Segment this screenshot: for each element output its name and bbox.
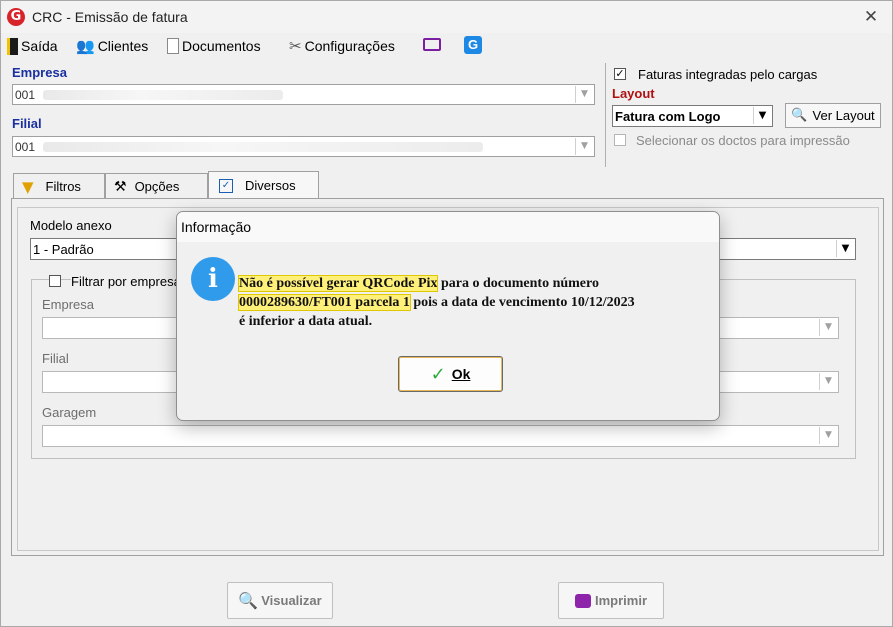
imprimir-button[interactable]: Imprimir <box>558 582 664 619</box>
tools-icon: ✂ <box>289 37 302 55</box>
chevron-down-icon[interactable]: ▼ <box>753 107 771 124</box>
chevron-down-icon[interactable]: ▼ <box>575 138 593 155</box>
layout-select[interactable]: Fatura com Logo ▼ <box>612 105 773 127</box>
selecionar-doctos-label: Selecionar os doctos para impressão <box>636 133 850 148</box>
filial-value: 001 <box>15 140 36 154</box>
app-logo-icon: G <box>7 8 25 26</box>
filtrar-empresa-label: Filtrar por empresa <box>71 274 185 289</box>
filter-funnel-icon: ▼ <box>22 177 34 196</box>
garagem-filter-label: Garagem <box>42 405 97 420</box>
empresa-filter-label: Empresa <box>42 297 95 312</box>
selecionar-doctos-checkbox[interactable] <box>614 134 626 146</box>
menu-item-clientes[interactable]: 👥 Clientes <box>76 35 148 57</box>
tab-label: Diversos <box>245 178 296 193</box>
dialog-title-bar: Informação <box>177 212 719 242</box>
g-logo-icon[interactable]: G <box>464 36 482 54</box>
modelo-anexo-label: Modelo anexo <box>30 218 112 233</box>
message-text: pois a data de vencimento 10/12/2023 <box>409 295 635 310</box>
message-highlight: Não é possível gerar QRCode Pix <box>237 275 439 292</box>
message-highlight: 0000289630/FT001 parcela 1 <box>238 294 411 311</box>
chevron-down-icon[interactable]: ▼ <box>575 86 593 103</box>
filial-label: Filial <box>12 116 42 131</box>
empresa-select[interactable]: 001 ▼ <box>12 84 595 105</box>
clients-icon: 👥 <box>76 37 95 55</box>
exit-door-icon <box>7 37 18 55</box>
chevron-down-icon[interactable]: ▼ <box>836 240 854 257</box>
magnifier-icon: 🔍 <box>791 108 808 123</box>
menu-item-configuracoes[interactable]: ✂ Configurações <box>289 35 395 57</box>
options-tools-icon: ⚒ <box>114 178 127 195</box>
tab-diversos[interactable]: ✓ Diversos <box>208 171 319 199</box>
filial-select[interactable]: 001 ▼ <box>12 136 595 157</box>
monitor-icon[interactable] <box>423 38 441 51</box>
empresa-value: 001 <box>15 88 36 102</box>
ver-layout-label: Ver Layout <box>812 108 875 123</box>
checkbox-icon: ✓ <box>219 178 233 193</box>
faturas-integradas-label: Faturas integradas pelo cargas <box>638 67 818 82</box>
ok-label: Ok <box>451 366 471 382</box>
faturas-integradas-checkbox[interactable]: ✓ <box>614 68 626 80</box>
printer-icon <box>574 593 591 608</box>
chevron-down-icon[interactable]: ▼ <box>819 319 837 336</box>
layout-label: Layout <box>612 86 655 101</box>
dialog-title: Informação <box>181 219 252 235</box>
visualizar-label: Visualizar <box>261 593 322 608</box>
tab-label: Filtros <box>45 179 81 194</box>
title-bar: G CRC - Emissão de fatura ✕ <box>1 1 892 33</box>
ok-button[interactable]: ✓ Ok <box>398 356 503 392</box>
checkmark-icon: ✓ <box>430 363 446 385</box>
chevron-down-icon[interactable]: ▼ <box>819 373 837 390</box>
filtrar-empresa-checkbox[interactable] <box>49 275 61 287</box>
close-icon[interactable]: ✕ <box>859 5 883 29</box>
document-icon <box>167 38 179 54</box>
garagem-filter-select[interactable]: ▼ <box>42 425 839 447</box>
tab-opcoes[interactable]: ⚒ Opções <box>105 173 208 199</box>
group-divider <box>605 63 606 167</box>
menu-item-label: Configurações <box>304 38 395 54</box>
info-icon: i <box>191 257 235 301</box>
modelo-anexo-value: 1 - Padrão <box>33 242 94 257</box>
redacted-text <box>43 90 283 100</box>
layout-value: Fatura com Logo <box>615 109 721 124</box>
menu-item-label: Saída <box>21 38 58 54</box>
ver-layout-button[interactable]: 🔍 Ver Layout <box>785 103 881 128</box>
tab-label: Opções <box>134 179 180 194</box>
empresa-label: Empresa <box>12 65 67 80</box>
dialog-message: Não é possível gerar QRCode Pix para o d… <box>237 274 709 331</box>
message-text: para o documento número <box>437 276 599 291</box>
message-text: é inferior a data atual. <box>239 314 373 329</box>
menu-item-label: Documentos <box>182 38 261 54</box>
chevron-down-icon[interactable]: ▼ <box>819 427 837 444</box>
visualizar-button[interactable]: 🔍 Visualizar <box>227 582 333 619</box>
information-dialog: Informação i Não é possível gerar QRCode… <box>176 211 720 421</box>
main-window: G CRC - Emissão de fatura ✕ Saída 👥 Clie… <box>0 0 893 627</box>
imprimir-label: Imprimir <box>594 593 647 608</box>
filial-filter-label: Filial <box>42 351 69 366</box>
menu-item-documentos[interactable]: Documentos <box>167 35 261 57</box>
tab-filtros[interactable]: ▼ Filtros <box>13 173 105 199</box>
redacted-text <box>43 142 483 152</box>
magnifier-icon: 🔍 <box>238 591 259 610</box>
menu-item-saida[interactable]: Saída <box>7 35 58 57</box>
window-title: CRC - Emissão de fatura <box>32 9 188 25</box>
menu-item-label: Clientes <box>97 38 149 54</box>
